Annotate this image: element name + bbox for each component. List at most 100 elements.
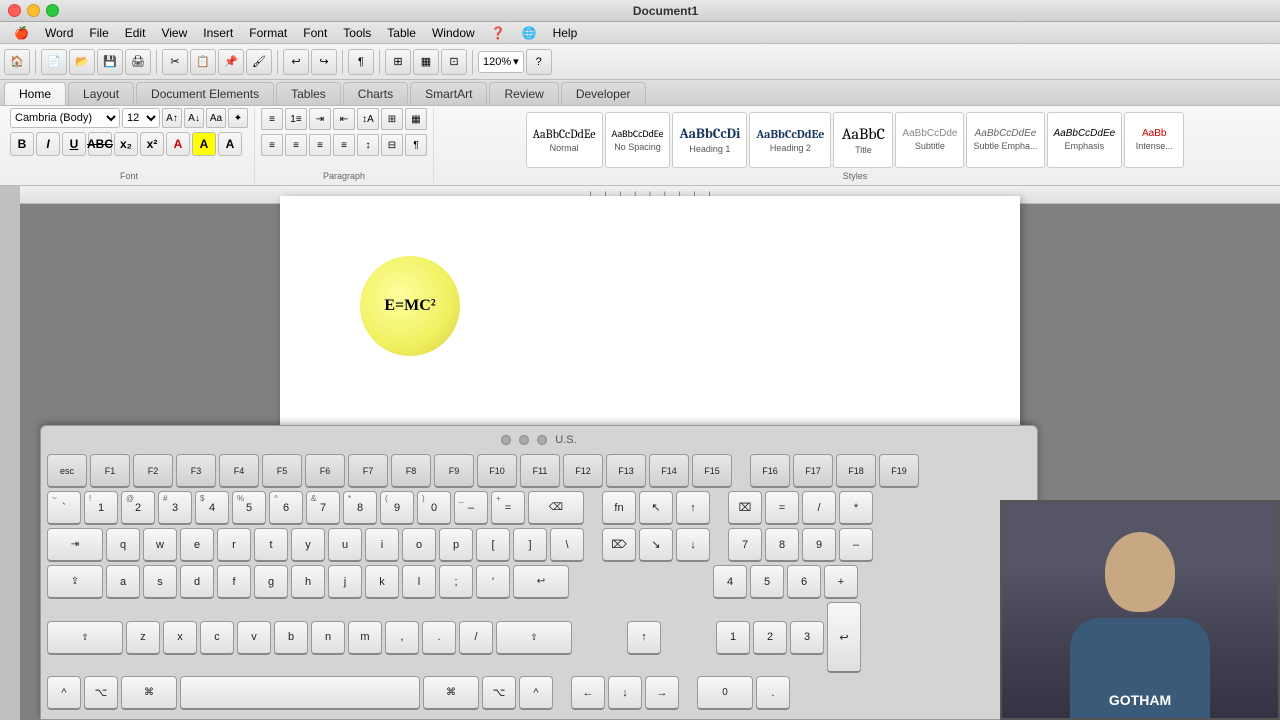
tab-tables[interactable]: Tables — [276, 82, 341, 105]
apple-menu[interactable]: 🍎 — [6, 24, 37, 42]
key-end[interactable]: ↘ — [639, 528, 673, 562]
key-f15[interactable]: F15 — [692, 454, 732, 488]
key-arrow-left[interactable]: ← — [571, 676, 605, 710]
key-comma[interactable]: , — [385, 621, 419, 655]
style-no-spacing[interactable]: AaBbCcDdEe No Spacing — [605, 112, 671, 168]
tab-review[interactable]: Review — [489, 82, 558, 105]
key-numpad-plus[interactable]: + — [824, 565, 858, 599]
menu-help-text[interactable]: Help — [545, 24, 586, 42]
key-equals[interactable]: += — [491, 491, 525, 525]
key-semicolon[interactable]: ; — [439, 565, 473, 599]
change-case-button[interactable]: Aa — [206, 108, 226, 128]
borders-button[interactable]: ⊞ — [381, 108, 403, 130]
key-pageup-arrow[interactable]: ↑ — [676, 491, 710, 525]
save-button[interactable]: 💾 — [97, 49, 123, 75]
key-3[interactable]: #3 — [158, 491, 192, 525]
numbering-button[interactable]: 1≡ — [285, 108, 307, 130]
line-spacing-button[interactable]: ↕ — [357, 134, 379, 156]
key-numpad-0[interactable]: 0 — [697, 676, 753, 710]
key-f16[interactable]: F16 — [750, 454, 790, 488]
style-emphasis[interactable]: AaBbCcDdEe Emphasis — [1047, 112, 1123, 168]
key-period[interactable]: . — [422, 621, 456, 655]
key-arrow-down[interactable]: ↓ — [608, 676, 642, 710]
key-y[interactable]: y — [291, 528, 325, 562]
print-button[interactable]: 🖨 — [125, 49, 151, 75]
key-minus[interactable]: _– — [454, 491, 488, 525]
open-button[interactable]: 📂 — [69, 49, 95, 75]
key-rbracket[interactable]: ] — [513, 528, 547, 562]
menu-help[interactable]: ❓ — [483, 24, 514, 42]
home-button[interactable]: 🏠 — [4, 49, 30, 75]
key-backslash[interactable]: \ — [550, 528, 584, 562]
key-f7[interactable]: F7 — [348, 454, 388, 488]
key-p[interactable]: p — [439, 528, 473, 562]
key-ralt[interactable]: ⌥ — [482, 676, 516, 710]
key-b[interactable]: b — [274, 621, 308, 655]
view-button[interactable]: ⊞ — [385, 49, 411, 75]
key-return[interactable]: ↩ — [513, 565, 569, 599]
key-f6[interactable]: F6 — [305, 454, 345, 488]
menu-file[interactable]: File — [81, 24, 116, 42]
key-7[interactable]: &7 — [306, 491, 340, 525]
key-s[interactable]: s — [143, 565, 177, 599]
key-numpad-8[interactable]: 8 — [765, 528, 799, 562]
tab-smartart[interactable]: SmartArt — [410, 82, 487, 105]
menu-view[interactable]: View — [153, 24, 195, 42]
key-f1[interactable]: F1 — [90, 454, 130, 488]
key-9[interactable]: (9 — [380, 491, 414, 525]
menu-insert[interactable]: Insert — [195, 24, 241, 42]
key-home[interactable]: ↖ — [639, 491, 673, 525]
redo-button[interactable]: ↪ — [311, 49, 337, 75]
key-k[interactable]: k — [365, 565, 399, 599]
style-subtle-emphasis[interactable]: AaBbCcDdEe Subtle Empha... — [966, 112, 1044, 168]
key-pagedown-arrow[interactable]: ↓ — [676, 528, 710, 562]
key-m[interactable]: m — [348, 621, 382, 655]
pilcrow-button[interactable]: ¶ — [348, 49, 374, 75]
key-rcmd[interactable]: ⌘ — [423, 676, 479, 710]
style-intense[interactable]: AaBb Intense... — [1124, 112, 1184, 168]
key-f18[interactable]: F18 — [836, 454, 876, 488]
key-f12[interactable]: F12 — [563, 454, 603, 488]
key-a[interactable]: a — [106, 565, 140, 599]
key-esc[interactable]: esc — [47, 454, 87, 488]
format-painter-button[interactable]: 🖌 — [246, 49, 272, 75]
font-family-select[interactable]: Cambria (Body) — [10, 108, 120, 128]
menu-format[interactable]: Format — [241, 24, 295, 42]
key-f8[interactable]: F8 — [391, 454, 431, 488]
zoom-selector[interactable]: 120% ▾ — [478, 51, 524, 73]
tab-document-elements[interactable]: Document Elements — [136, 82, 274, 105]
key-u[interactable]: u — [328, 528, 362, 562]
key-2[interactable]: @2 — [121, 491, 155, 525]
menu-table[interactable]: Table — [379, 24, 424, 42]
text-color-button[interactable]: A — [166, 132, 190, 156]
font-color-button[interactable]: A — [218, 132, 242, 156]
align-right-button[interactable]: ≡ — [309, 134, 331, 156]
minimize-button[interactable] — [27, 4, 40, 17]
menu-extra[interactable]: 🌐 — [514, 24, 545, 42]
key-d[interactable]: d — [180, 565, 214, 599]
key-numpad-1[interactable]: 1 — [716, 621, 750, 655]
key-f13[interactable]: F13 — [606, 454, 646, 488]
key-numpad-mult[interactable]: * — [839, 491, 873, 525]
bullets-button[interactable]: ≡ — [261, 108, 283, 130]
key-lalt[interactable]: ⌥ — [84, 676, 118, 710]
key-h[interactable]: h — [291, 565, 325, 599]
indent-button[interactable]: ⇥ — [309, 108, 331, 130]
key-6[interactable]: ^6 — [269, 491, 303, 525]
superscript-button[interactable]: x² — [140, 132, 164, 156]
key-f19[interactable]: F19 — [879, 454, 919, 488]
key-arrow-up[interactable]: ↑ — [627, 621, 661, 655]
key-slash[interactable]: / — [459, 621, 493, 655]
menu-tools[interactable]: Tools — [335, 24, 379, 42]
key-rshift[interactable]: ⇧ — [496, 621, 572, 655]
key-o[interactable]: o — [402, 528, 436, 562]
menu-window[interactable]: Window — [424, 24, 483, 42]
key-l[interactable]: l — [402, 565, 436, 599]
key-v[interactable]: v — [237, 621, 271, 655]
tab-developer[interactable]: Developer — [561, 82, 646, 105]
key-i[interactable]: i — [365, 528, 399, 562]
sort-button[interactable]: ↕A — [357, 108, 379, 130]
key-numpad-9[interactable]: 9 — [802, 528, 836, 562]
outdent-button[interactable]: ⇤ — [333, 108, 355, 130]
key-numpad-equals[interactable]: = — [765, 491, 799, 525]
